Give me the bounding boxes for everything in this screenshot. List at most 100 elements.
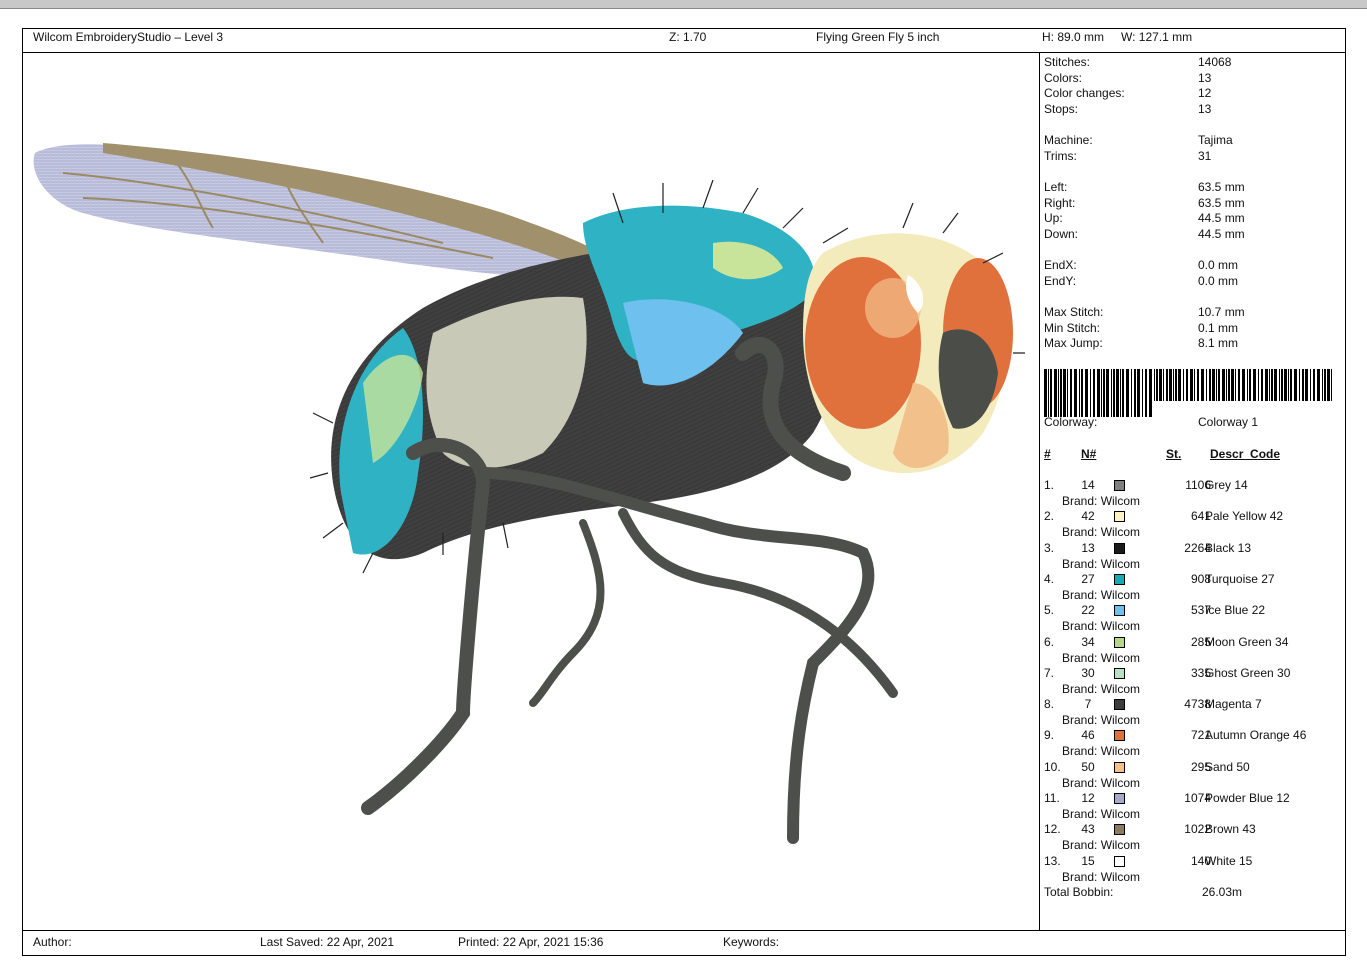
barcode-bar xyxy=(1265,369,1268,401)
color-brand: Brand: Wilcom xyxy=(1062,713,1141,728)
color-row: 4. 27 908 Turquoise 27 Brand: Wilcom xyxy=(1044,572,1344,603)
color-brand: Brand: Wilcom xyxy=(1062,619,1141,634)
color-brand: Brand: Wilcom xyxy=(1062,681,1141,696)
barcode-bar xyxy=(1044,369,1047,417)
color-needle: 50 xyxy=(1081,759,1095,774)
barcode-bar xyxy=(1060,369,1062,417)
color-swatch xyxy=(1114,573,1125,585)
color-description: Autumn Orange 46 xyxy=(1205,728,1307,743)
design-height: H: 89.0 mm xyxy=(1042,30,1105,44)
color-row: 5. 22 537 Ice Blue 22 Brand: Wilcom xyxy=(1044,603,1344,634)
barcode-bar xyxy=(1302,369,1304,401)
color-description: Pale Yellow 42 xyxy=(1205,509,1284,524)
color-swatch xyxy=(1114,542,1125,554)
barcode-bar xyxy=(1103,369,1105,417)
color-brand: Brand: Wilcom xyxy=(1062,494,1141,508)
barcode-bar xyxy=(1145,369,1147,417)
barcode-bar xyxy=(1063,369,1066,417)
stat-row-colors: Colors: 13 xyxy=(1044,71,1212,85)
barcode-bar xyxy=(1070,369,1072,417)
color-index: 4. xyxy=(1044,571,1055,586)
color-swatch xyxy=(1114,855,1125,867)
barcode-bar xyxy=(1142,369,1143,417)
color-index: 7. xyxy=(1044,665,1055,680)
color-description: Brown 43 xyxy=(1205,822,1256,837)
barcode-bar xyxy=(1258,369,1259,401)
header-bar: Wilcom EmbroideryStudio – Level 3 Z: 1.7… xyxy=(23,29,1345,53)
stat-row-color-changes: Color changes: 12 xyxy=(1044,86,1212,100)
color-index: 1. xyxy=(1044,478,1055,492)
barcode-bar xyxy=(1228,369,1230,401)
barcode-bar xyxy=(1111,369,1112,417)
colorway-row: Colorway: Colorway 1 xyxy=(1044,415,1259,429)
barcode-bar xyxy=(1106,369,1109,417)
barcode-bar xyxy=(1113,369,1115,417)
barcode-bar xyxy=(1331,369,1332,401)
color-brand: Brand: Wilcom xyxy=(1062,525,1141,540)
barcode-bar xyxy=(1281,369,1283,401)
keywords-field: Keywords: xyxy=(723,935,780,949)
color-row: 6. 34 285 Moon Green 34 Brand: Wilcom xyxy=(1044,635,1344,666)
barcode-bar xyxy=(1149,369,1152,417)
barcode-bar xyxy=(1166,369,1168,401)
color-swatch xyxy=(1114,793,1125,804)
color-swatch xyxy=(1114,730,1125,742)
color-needle: 13 xyxy=(1081,540,1095,555)
barcode-bar xyxy=(1206,369,1207,401)
barcode-bar xyxy=(1327,369,1330,401)
color-index: 5. xyxy=(1044,603,1055,618)
barcode-bar xyxy=(1081,369,1083,417)
color-index: 6. xyxy=(1044,634,1055,649)
color-needle: 46 xyxy=(1081,728,1095,743)
barcode-bar xyxy=(1159,369,1162,401)
barcode-bar xyxy=(1154,369,1155,401)
barcode-bar xyxy=(1093,369,1095,417)
panel-divider xyxy=(1039,53,1040,930)
barcode-bar xyxy=(1169,369,1172,401)
color-needle: 22 xyxy=(1081,603,1095,618)
barcode-bar xyxy=(1048,369,1049,417)
color-index: 9. xyxy=(1044,728,1055,743)
color-index: 13. xyxy=(1044,853,1061,868)
color-row: 12. 43 1022 Brown 43 Brand: Wilcom xyxy=(1044,822,1344,853)
design-info-panel: Stitches: 14068 Colors: 13 Color changes: 1… xyxy=(1044,55,1344,929)
fly-head xyxy=(803,233,1013,473)
barcode-bar xyxy=(1290,369,1292,401)
barcode-bar xyxy=(1058,369,1059,417)
color-needle: 12 xyxy=(1081,791,1095,805)
barcode-bar xyxy=(1156,369,1158,401)
stat-row-down: Down: 44.5 mm xyxy=(1044,227,1245,241)
color-brand: Brand: Wilcom xyxy=(1062,556,1141,571)
barcode-bar xyxy=(1097,369,1100,417)
color-brand: Brand: Wilcom xyxy=(1062,775,1141,790)
color-description: Moon Green 34 xyxy=(1205,634,1289,649)
color-row: 10. 50 295 Sand 50 Brand: Wilcom xyxy=(1044,760,1344,791)
fly-embroidery-image xyxy=(33,143,1025,844)
color-brand: Brand: Wilcom xyxy=(1062,744,1141,759)
color-row: 2. 42 641 Pale Yellow 42 Brand: Wilcom xyxy=(1044,509,1344,540)
barcode-bar xyxy=(1183,369,1184,401)
barcode-bar xyxy=(1194,369,1195,401)
color-brand: Brand: Wilcom xyxy=(1062,650,1141,665)
barcode-bar xyxy=(1284,369,1287,401)
barcode-bar xyxy=(1173,369,1174,401)
stat-row-machine: Machine: Tajima xyxy=(1044,133,1233,147)
color-row: 9. 46 721 Autumn Orange 46 Brand: Wilcom xyxy=(1044,728,1344,759)
barcode-bar xyxy=(1299,369,1300,401)
barcode-bar xyxy=(1324,369,1326,401)
last-saved: Last Saved: 22 Apr, 2021 xyxy=(260,935,395,949)
barcode-bar xyxy=(1175,369,1177,401)
design-width: W: 127.1 mm xyxy=(1121,30,1193,44)
color-description: Ghost Green 30 xyxy=(1205,665,1291,680)
color-index: 10. xyxy=(1044,759,1061,774)
barcode-bar xyxy=(1218,369,1220,401)
color-row: 1. 14 1106 Grey 14 Brand: Wilcom xyxy=(1044,478,1344,509)
zoom-level: Z: 1.70 xyxy=(669,30,707,44)
barcode-bar xyxy=(1137,369,1140,417)
stat-row-left: Left: 63.5 mm xyxy=(1044,180,1245,194)
color-description: Grey 14 xyxy=(1205,478,1248,492)
stat-row-up: Up: 44.5 mm xyxy=(1044,211,1245,225)
barcode-bar xyxy=(1288,369,1289,401)
barcode-bar xyxy=(1313,369,1315,401)
color-description: Ice Blue 22 xyxy=(1205,603,1266,618)
